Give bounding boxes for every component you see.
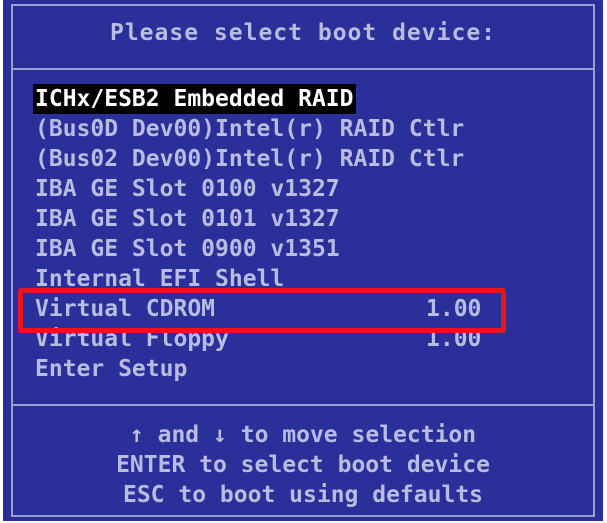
- boot-device-label: ICHx/ESB2 Embedded RAID: [33, 84, 356, 114]
- down-arrow-icon: ↓: [213, 422, 227, 448]
- bios-boot-menu: Please select boot device: ICHx/ESB2 Emb…: [3, 0, 603, 521]
- help-and-text: and: [157, 422, 200, 448]
- help-text: ↑ and ↓ to move selection ENTER to selec…: [3, 420, 603, 510]
- help-line-navigation: ↑ and ↓ to move selection: [3, 420, 603, 450]
- help-line-enter: ENTER to select boot device: [116, 452, 490, 478]
- frame-bottom-border: [11, 515, 595, 517]
- help-divider: [11, 404, 595, 406]
- help-line-esc: ESC to boot using defaults: [122, 482, 484, 508]
- menu-item-label: Enter Setup: [35, 356, 188, 382]
- boot-device-iba-ge-slot-0900[interactable]: IBA GE Slot 0900 v1351: [33, 234, 553, 264]
- boot-device-list: ICHx/ESB2 Embedded RAID (Bus0D Dev00)Int…: [33, 84, 553, 384]
- boot-device-label: Internal EFI Shell: [35, 266, 285, 286]
- frame-top-border: [11, 4, 595, 6]
- boot-device-bus02-raid-ctlr[interactable]: (Bus02 Dev00)Intel(r) RAID Ctlr: [33, 144, 553, 174]
- boot-device-iba-ge-slot-0101[interactable]: IBA GE Slot 0101 v1327: [33, 204, 553, 234]
- boot-device-label: IBA GE Slot 0100 v1327: [35, 176, 340, 202]
- help-move-text: to move selection: [240, 422, 477, 448]
- boot-device-ichx-esb2-raid[interactable]: ICHx/ESB2 Embedded RAID: [33, 84, 553, 114]
- boot-device-label: (Bus02 Dev00)Intel(r) RAID Ctlr: [35, 146, 465, 172]
- boot-device-internal-efi-shell[interactable]: Internal EFI Shell: [33, 264, 553, 286]
- annotation-highlight-box: [18, 288, 506, 333]
- menu-item-enter-setup[interactable]: Enter Setup: [33, 354, 553, 384]
- boot-device-label: (Bus0D Dev00)Intel(r) RAID Ctlr: [35, 116, 465, 142]
- title-divider: [11, 68, 595, 70]
- boot-device-label: IBA GE Slot 0900 v1351: [35, 236, 340, 262]
- boot-device-bus0d-raid-ctlr[interactable]: (Bus0D Dev00)Intel(r) RAID Ctlr: [33, 114, 553, 144]
- boot-device-iba-ge-slot-0100[interactable]: IBA GE Slot 0100 v1327: [33, 174, 553, 204]
- menu-title: Please select boot device:: [109, 20, 497, 46]
- up-arrow-icon: ↑: [129, 422, 144, 448]
- boot-device-label: IBA GE Slot 0101 v1327: [35, 206, 340, 232]
